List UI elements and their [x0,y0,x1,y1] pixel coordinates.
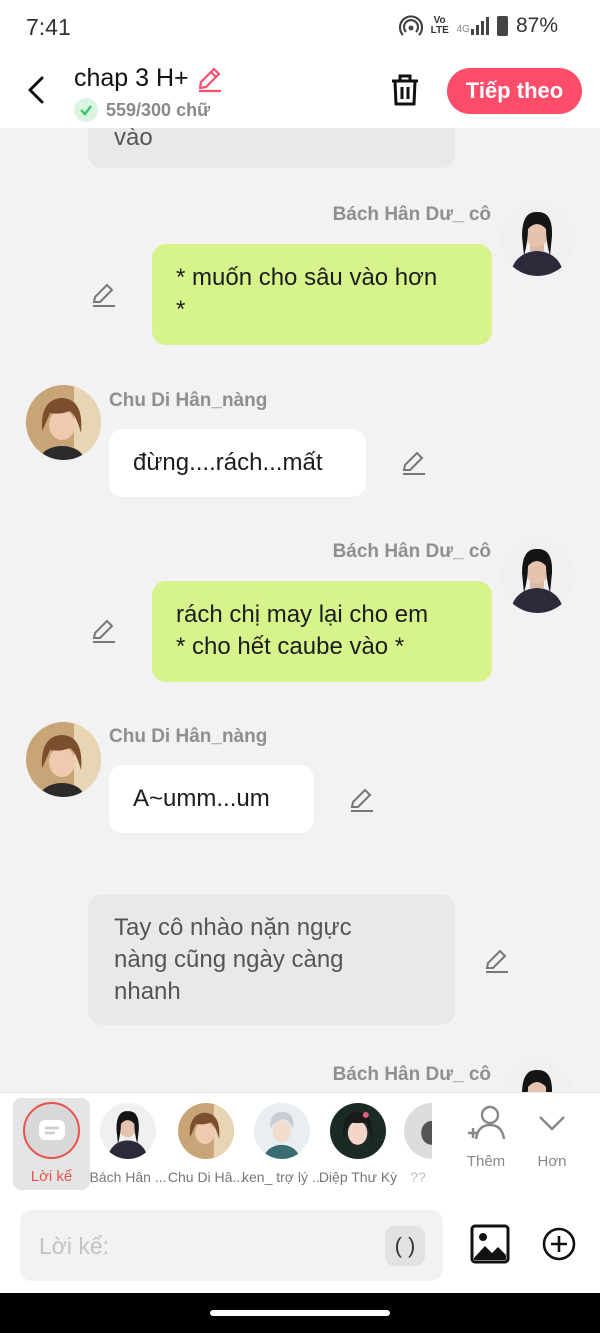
more-label: Hơn [537,1153,567,1170]
message-bubble-left[interactable]: A~umm...um [109,765,314,833]
check-icon [74,98,98,122]
add-character-button[interactable]: Thêm [456,1103,516,1170]
speaker-name: Chu Di Hân_nàng [109,726,268,747]
avatar [178,1103,234,1159]
home-indicator[interactable] [210,1310,390,1316]
character-label: Chu Di Hâ... [167,1169,245,1185]
chapter-title-text: chap 3 H+ [74,64,189,92]
speaker-name: Chu Di Hân_nàng [109,390,268,411]
character-option[interactable]: Bách Hân ... [88,1093,168,1191]
avatar[interactable] [500,1059,575,1092]
narrator-label: Lời kể [30,1168,73,1185]
character-selector: Lời kể Bách Hân ... Chu Di Hâ... ken_ tr… [0,1092,600,1200]
plus-circle-icon[interactable] [541,1226,577,1262]
system-nav-bar [0,1293,600,1333]
add-person-icon [468,1105,506,1140]
word-count: 559/300 chữ [74,98,210,122]
hotspot-icon [398,15,423,36]
avatar[interactable] [26,722,101,797]
signal-icon: 4G [457,17,489,35]
pencil-icon[interactable] [195,65,223,93]
narration-bubble[interactable]: vào [88,128,455,168]
edit-icon[interactable] [400,448,428,476]
next-button[interactable]: Tiếp theo [447,68,582,114]
character-option[interactable]: ken_ trợ lý ... [242,1093,322,1191]
edit-icon[interactable] [90,616,118,644]
avatar [330,1103,386,1159]
edit-icon[interactable] [483,946,511,974]
avatar [404,1103,432,1159]
avatar [254,1103,310,1159]
status-time: 7:41 [26,14,71,40]
word-count-text: 559/300 chữ [106,99,211,120]
message-bubble-right[interactable]: * muốn cho sâu vào hơn * [152,244,492,345]
volte-icon: Vo LTE [430,15,449,36]
trash-icon[interactable] [388,72,422,108]
battery-percent: 87% [515,14,558,37]
input-placeholder: Lời kể: [39,1233,110,1259]
character-option[interactable]: Diệp Thư Kỳ [318,1093,398,1191]
battery-icon [496,16,508,36]
avatar[interactable] [26,385,101,460]
character-label: Diệp Thư Kỳ [318,1169,398,1185]
status-bar: 7:41 Vo LTE 4G 87% [0,0,600,56]
speaker-name: Bách Hân Dư_ cô [332,204,491,225]
chevron-down-icon [539,1116,565,1131]
more-button[interactable]: Hơn [522,1103,582,1170]
character-option[interactable]: ?? [404,1093,432,1191]
avatar [100,1103,156,1159]
narration-input[interactable]: Lời kể: ( ) [20,1210,443,1281]
character-label: ken_ trợ lý ... [242,1169,322,1185]
status-icons: Vo LTE 4G 87% [398,14,558,38]
back-arrow-icon[interactable] [22,72,52,108]
narrator-option[interactable]: Lời kể [13,1098,90,1190]
chapter-title[interactable]: chap 3 H+ [74,64,223,93]
composer-bar: Lời kể: ( ) [0,1200,600,1293]
character-label: Bách Hân ... [89,1169,167,1185]
app-header: chap 3 H+ 559/300 chữ Tiếp theo [0,56,600,128]
avatar[interactable] [500,201,575,276]
character-option[interactable]: Chu Di Hâ... [166,1093,246,1191]
image-icon[interactable] [470,1224,510,1264]
speaker-name: Bách Hân Dư_ cô [332,1064,491,1085]
parentheses-button[interactable]: ( ) [385,1226,425,1266]
message-bubble-left[interactable]: đừng....rách...mất [109,429,366,497]
chat-area[interactable]: vào Bách Hân Dư_ cô * muốn cho sâu vào h… [0,128,600,1092]
speaker-name: Bách Hân Dư_ cô [332,541,491,562]
edit-icon[interactable] [348,785,376,813]
edit-icon[interactable] [90,280,118,308]
avatar[interactable] [500,538,575,613]
add-label: Thêm [466,1153,506,1170]
message-bubble-right[interactable]: rách chị may lại cho em * cho hết caube … [152,581,492,682]
narration-icon [23,1102,80,1159]
narration-bubble[interactable]: Tay cô nhào nặn ngực nàng cũng ngày càng… [88,894,455,1025]
character-label: ?? [410,1169,426,1185]
